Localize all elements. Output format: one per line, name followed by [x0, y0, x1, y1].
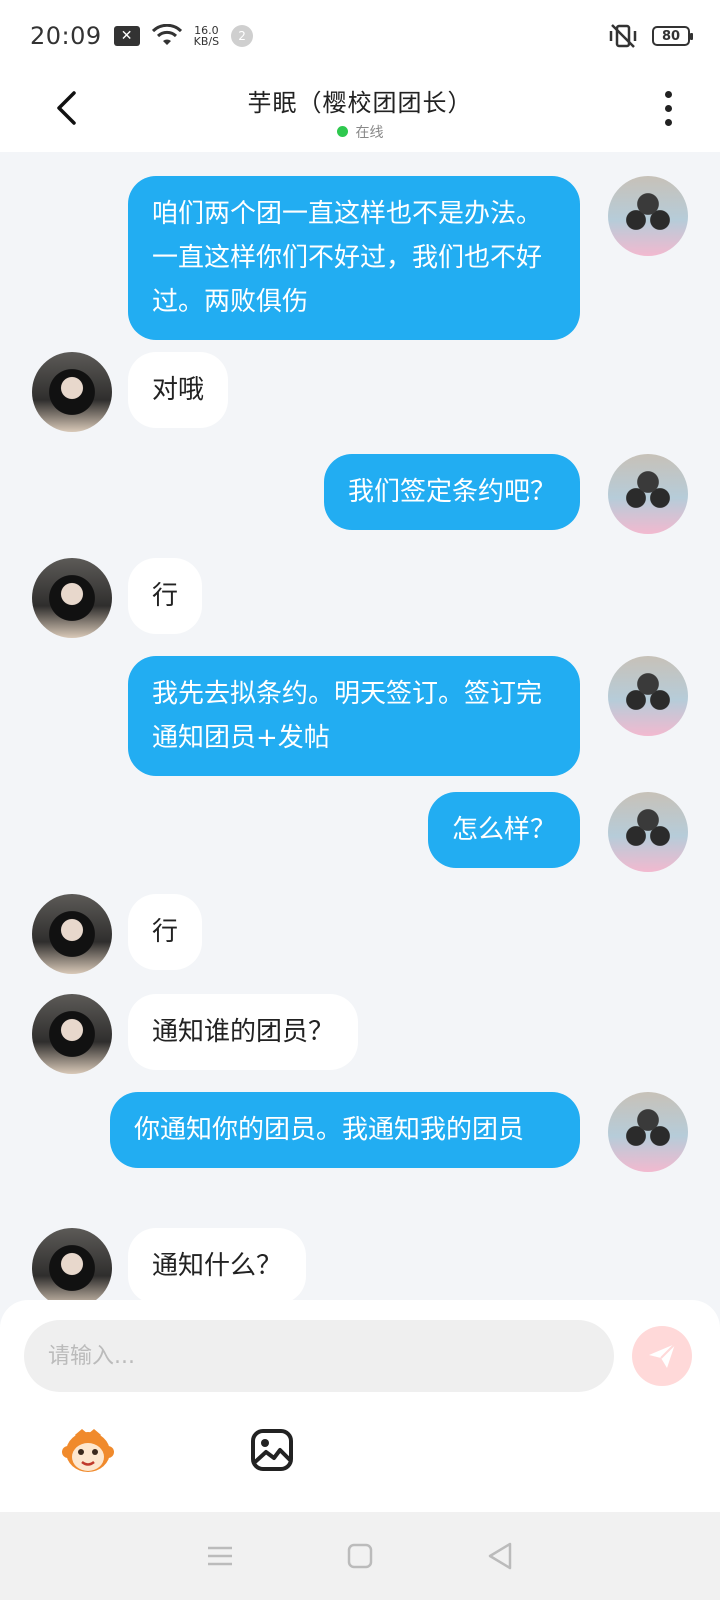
message-row: 对哦 [0, 350, 720, 432]
home-square-icon [347, 1543, 373, 1569]
message-row: 我们签定条约吧？ [0, 454, 720, 534]
message-bubble-sent[interactable]: 我们签定条约吧？ [323, 454, 580, 530]
notification-close-icon: ✕ [113, 26, 140, 46]
message-bubble-received[interactable]: 行 [128, 894, 203, 970]
menu-icon [208, 1546, 232, 1566]
nav-home-button[interactable] [340, 1536, 380, 1576]
message-bubble-received[interactable]: 行 [128, 558, 203, 634]
online-status-label: 在线 [355, 124, 384, 141]
message-bubble-sent[interactable]: 我先去拟条约。明天签订。签订完通知团员+发帖 [128, 656, 580, 776]
contact-avatar[interactable] [32, 994, 112, 1074]
my-avatar[interactable] [608, 1092, 688, 1172]
vibrate-mute-icon [609, 24, 637, 48]
monkey-emoji-icon [62, 1429, 114, 1472]
battery-indicator: 80 [652, 26, 693, 46]
more-dot [664, 118, 672, 126]
system-nav-bar [0, 1512, 720, 1600]
send-button[interactable] [632, 1326, 692, 1386]
message-bubble-sent[interactable]: 怎么样？ [427, 792, 580, 868]
my-avatar[interactable] [608, 454, 688, 534]
chat-title-area: 芋眠（樱校团团长） 在线 [248, 83, 473, 142]
emoji-button[interactable] [62, 1428, 114, 1476]
wifi-icon [151, 24, 182, 45]
message-bubble-received[interactable]: 通知什么？ [128, 1228, 307, 1300]
image-icon [251, 1429, 293, 1471]
back-button[interactable] [44, 86, 88, 130]
message-row: 行 [0, 894, 720, 974]
contact-avatar[interactable] [32, 1228, 112, 1300]
image-button[interactable] [250, 1428, 294, 1472]
message-row: 通知谁的团员？ [0, 994, 720, 1074]
chat-header: 芋眠（樱校团团长） 在线 [0, 72, 720, 152]
message-bubble-received[interactable]: 通知谁的团员？ [128, 994, 359, 1070]
status-bar: 20:09 ✕ 16.0 KB/S 2 80 [0, 0, 720, 72]
my-avatar[interactable] [608, 656, 688, 736]
message-row: 行 [0, 558, 720, 638]
status-time: 20:09 [30, 22, 102, 50]
message-list[interactable]: 咱们两个团一直这样也不是办法。一直这样你们不好过，我们也不好过。两败俱伤 对哦 … [0, 152, 720, 1300]
back-triangle-icon [488, 1542, 512, 1570]
nav-menu-button[interactable] [200, 1536, 240, 1576]
message-input[interactable] [24, 1320, 614, 1392]
more-dot [664, 104, 672, 112]
message-bubble-received[interactable]: 对哦 [128, 352, 229, 428]
message-bubble-sent[interactable]: 你通知你的团员。我通知我的团员 [110, 1092, 580, 1168]
online-dot-icon [336, 126, 348, 137]
contact-avatar[interactable] [32, 894, 112, 974]
contact-avatar[interactable] [32, 352, 112, 432]
my-avatar[interactable] [608, 176, 688, 256]
more-options-button[interactable] [656, 84, 680, 132]
network-speed: 16.0 KB/S [194, 25, 219, 47]
network-speed-unit: KB/S [193, 35, 220, 48]
back-arrow-icon [57, 91, 76, 125]
battery-level: 80 [661, 28, 681, 44]
input-panel [0, 1300, 720, 1512]
send-icon [649, 1343, 676, 1368]
online-status: 在线 [248, 122, 473, 142]
more-vertical-icon [664, 90, 672, 98]
my-avatar[interactable] [608, 792, 688, 872]
message-row: 我先去拟条约。明天签订。签订完通知团员+发帖 [0, 656, 720, 776]
message-bubble-sent[interactable]: 咱们两个团一直这样也不是办法。一直这样你们不好过，我们也不好过。两败俱伤 [128, 176, 580, 340]
message-row: 你通知你的团员。我通知我的团员 [0, 1092, 720, 1208]
message-row: 通知什么？ [0, 1228, 720, 1300]
contact-avatar[interactable] [32, 558, 112, 638]
nav-back-button[interactable] [480, 1536, 520, 1576]
message-row: 咱们两个团一直这样也不是办法。一直这样你们不好过，我们也不好过。两败俱伤 [0, 176, 720, 340]
chat-title: 芋眠（樱校团团长） [247, 88, 473, 117]
message-row: 怎么样？ [0, 792, 720, 872]
notification-count-badge: 2 [231, 25, 254, 47]
